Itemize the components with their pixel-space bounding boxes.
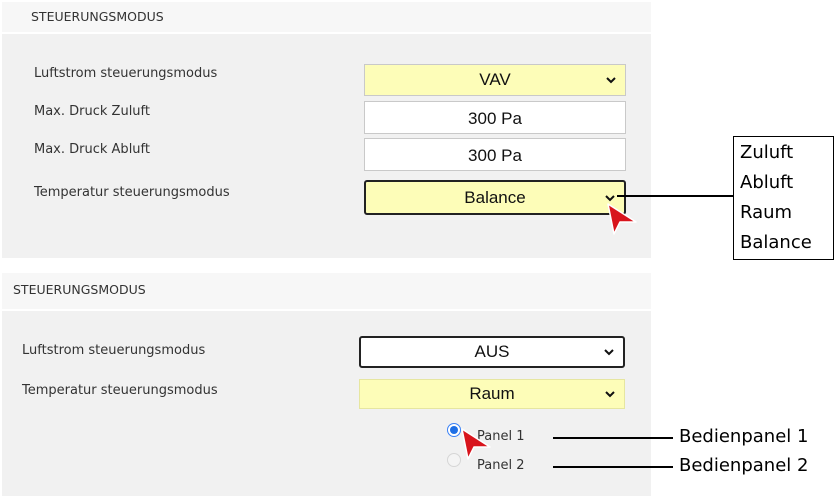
airflow-mode-label: Luftstrom steuerungsmodus: [22, 343, 206, 358]
chevron-down-icon: [604, 349, 614, 356]
callout-option: Zuluft: [740, 142, 794, 163]
callout-option: Raum: [740, 202, 793, 223]
airflow-mode-label: Luftstrom steuerungsmodus: [34, 66, 218, 81]
temperature-mode-value: Raum: [469, 384, 515, 403]
control-mode-panel-1: STEUERUNGSMODUS Luftstrom steuerungsmodu…: [2, 2, 651, 258]
panel-2-annotation: Bedienpanel 2: [679, 455, 809, 476]
temperature-mode-label: Temperatur steuerungsmodus: [34, 185, 230, 200]
panel-2-annotation-line: [553, 466, 673, 468]
temperature-mode-value: Balance: [464, 188, 526, 207]
control-mode-panel-2: STEUERUNGSMODUS Luftstrom steuerungsmodu…: [2, 273, 651, 496]
callout-option: Balance: [740, 232, 812, 253]
max-pressure-exhaust-input[interactable]: 300 Pa: [364, 138, 626, 171]
panel-1-title: STEUERUNGSMODUS: [31, 9, 164, 24]
temperature-mode-options-callout: Zuluft Abluft Raum Balance: [733, 136, 834, 260]
airflow-mode-value: VAV: [479, 70, 511, 89]
panel-2-title: STEUERUNGSMODUS: [13, 282, 146, 297]
temperature-mode-select[interactable]: Balance: [364, 180, 626, 215]
temperature-mode-label: Temperatur steuerungsmodus: [22, 383, 218, 398]
airflow-mode-select[interactable]: AUS: [359, 336, 625, 368]
panel-1-header: STEUERUNGSMODUS: [2, 2, 651, 34]
panel-2-header: STEUERUNGSMODUS: [2, 273, 651, 311]
panel-1-annotation-line: [553, 437, 673, 439]
max-pressure-exhaust-label: Max. Druck Abluft: [34, 142, 150, 157]
airflow-mode-value: AUS: [474, 342, 510, 361]
temperature-mode-select[interactable]: Raum: [359, 379, 625, 409]
pointer-cursor-icon: [607, 203, 637, 235]
callout-option: Abluft: [740, 172, 794, 193]
callout-connector-line: [617, 195, 733, 197]
pointer-cursor-icon: [461, 428, 491, 460]
chevron-down-icon: [605, 391, 615, 398]
max-pressure-supply-input[interactable]: 300 Pa: [364, 101, 626, 134]
max-pressure-supply-label: Max. Druck Zuluft: [34, 104, 150, 119]
panel-1-annotation: Bedienpanel 1: [679, 426, 809, 447]
chevron-down-icon: [606, 77, 616, 84]
max-pressure-exhaust-value: 300 Pa: [468, 146, 522, 165]
max-pressure-supply-value: 300 Pa: [468, 109, 522, 128]
airflow-mode-select[interactable]: VAV: [364, 64, 626, 96]
